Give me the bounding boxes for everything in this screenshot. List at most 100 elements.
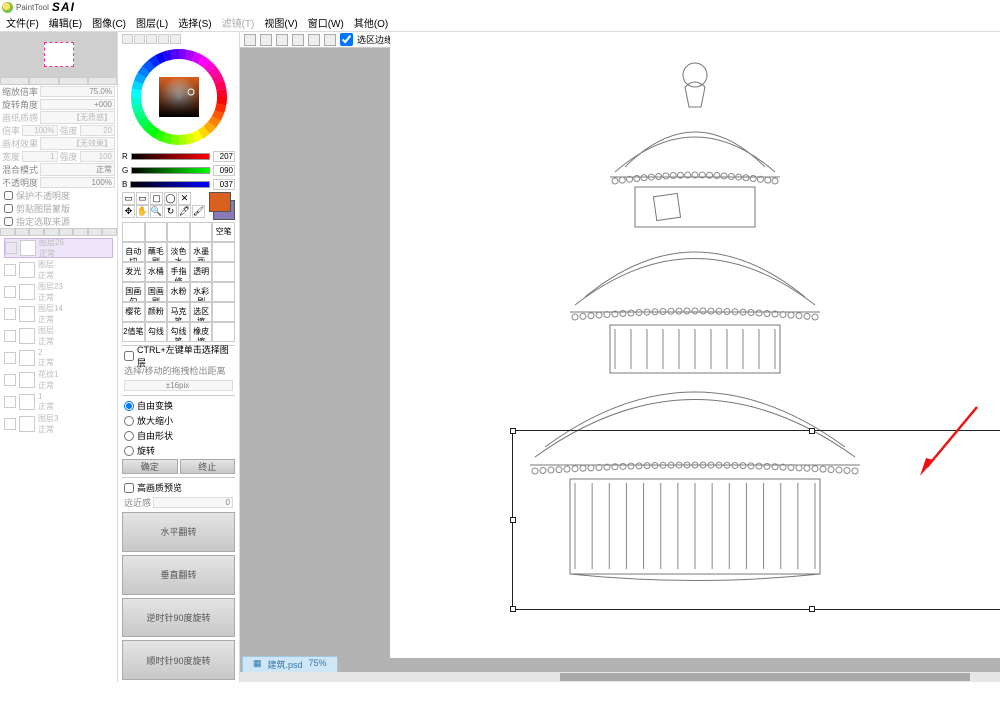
brush-preset[interactable] (190, 222, 213, 242)
rotation-value[interactable]: +000 (40, 99, 115, 110)
visibility-icon[interactable] (4, 352, 16, 364)
tool-button[interactable] (308, 34, 320, 46)
free-shape-radio[interactable] (124, 431, 134, 441)
menu-layer[interactable]: 图层(L) (132, 14, 172, 31)
brush-preset[interactable]: 马克笔 (167, 302, 190, 322)
brush-preset[interactable] (212, 282, 235, 302)
brush-preset[interactable]: 水墨画 (190, 242, 213, 262)
protect-alpha-checkbox[interactable] (4, 191, 13, 200)
brush-preset[interactable]: 水桶 (145, 262, 168, 282)
brush-preset[interactable]: 国画勾 (122, 282, 145, 302)
brush-preset[interactable]: 2值笔 (122, 322, 145, 342)
paper-texture-value[interactable]: 【无质感】 (40, 111, 115, 124)
navigator-thumbnail[interactable] (0, 32, 117, 77)
layer-item[interactable]: 图层3正常 (4, 414, 113, 434)
brush-preset[interactable]: 颜粉 (145, 302, 168, 322)
tool-icon[interactable]: ▭ (136, 192, 149, 205)
tool-icon[interactable]: ✕ (178, 192, 191, 205)
tool-icon[interactable]: 🖊 (178, 205, 191, 218)
blend-mode-value[interactable]: 正常 (40, 163, 115, 176)
layer-item[interactable]: 2正常 (4, 348, 113, 368)
brush-preset[interactable]: 选区擦 (190, 302, 213, 322)
perspective-value[interactable]: 0 (153, 497, 233, 508)
brush-preset[interactable]: 樱花 (122, 302, 145, 322)
drag-detect-value[interactable]: ±16pix (124, 380, 233, 391)
tool-icon[interactable]: 🖌 (192, 205, 205, 218)
sel-edge-checkbox[interactable] (340, 33, 353, 46)
brush-preset[interactable] (212, 262, 235, 282)
g-value[interactable]: 090 (213, 165, 235, 176)
confirm-button[interactable]: 确定 (122, 459, 178, 474)
brush-preset[interactable]: 勾线 (145, 322, 168, 342)
eff-strength-value[interactable]: 100 (80, 151, 115, 162)
tool-button[interactable] (276, 34, 288, 46)
document-tab[interactable]: ▦ 建筑.psd 75% (242, 656, 338, 673)
color-wheel[interactable] (122, 46, 235, 148)
brush-preset[interactable]: 淡色水 (167, 242, 190, 262)
g-slider[interactable] (131, 167, 210, 174)
brush-preset[interactable] (212, 322, 235, 342)
tool-icon[interactable]: 🔍 (150, 205, 163, 218)
cancel-button[interactable]: 终止 (180, 459, 236, 474)
visibility-icon[interactable] (5, 242, 17, 254)
tool-icon[interactable]: ✥ (122, 205, 135, 218)
zoom-value[interactable]: 75.0% (40, 86, 115, 97)
flip-vertical-button[interactable]: 垂直翻转 (122, 555, 235, 595)
brush-preset[interactable]: 水粉 (167, 282, 190, 302)
r-slider[interactable] (131, 153, 210, 160)
menu-file[interactable]: 文件(F) (2, 14, 43, 31)
visibility-icon[interactable] (4, 308, 16, 320)
visibility-icon[interactable] (4, 418, 16, 430)
layer-item[interactable]: 图层正常 (4, 326, 113, 346)
visibility-icon[interactable] (4, 330, 16, 342)
menu-view[interactable]: 视图(V) (260, 14, 301, 31)
brush-preset[interactable] (212, 242, 235, 262)
brush-preset[interactable] (122, 222, 145, 242)
layer-item[interactable]: 图层23正常 (4, 282, 113, 302)
brush-preset[interactable]: 空笔 (212, 222, 235, 242)
menu-other[interactable]: 其他(O) (350, 14, 392, 31)
color-swatch[interactable] (209, 192, 235, 220)
ctrl-click-checkbox[interactable] (124, 351, 134, 361)
selection-source-checkbox[interactable] (4, 217, 13, 226)
brush-preset[interactable]: 自动切 (122, 242, 145, 262)
tool-icon[interactable]: ✋ (136, 205, 149, 218)
tool-button[interactable] (260, 34, 272, 46)
menu-image[interactable]: 图像(C) (88, 14, 130, 31)
color-mode-tabs[interactable] (122, 34, 235, 44)
menu-filter[interactable]: 滤镜(T) (218, 14, 259, 31)
tool-button[interactable] (244, 34, 256, 46)
opacity-value[interactable]: 100% (40, 177, 115, 188)
layer-item[interactable]: 图层14正常 (4, 304, 113, 324)
layer-item[interactable]: 图层26正常 (4, 238, 113, 258)
brush-preset[interactable] (167, 222, 190, 242)
free-transform-radio[interactable] (124, 401, 134, 411)
flip-horizontal-button[interactable]: 水平翻转 (122, 512, 235, 552)
rotate-ccw-button[interactable]: 逆时针90度旋转 (122, 598, 235, 638)
scale-value[interactable]: 100% (22, 125, 57, 136)
navigator-buttons[interactable] (0, 77, 117, 85)
brush-preset[interactable]: 手指修 (167, 262, 190, 282)
width-value[interactable]: 1 (22, 151, 57, 162)
strength-value[interactable]: 20 (80, 125, 115, 136)
tool-button[interactable] (324, 34, 336, 46)
menu-window[interactable]: 窗口(W) (304, 14, 348, 31)
b-slider[interactable] (130, 181, 210, 188)
brush-preset[interactable]: 勾线笔 (167, 322, 190, 342)
rotate-radio[interactable] (124, 446, 134, 456)
brush-preset[interactable]: 蘸毛刷 (145, 242, 168, 262)
r-value[interactable]: 207 (213, 151, 235, 162)
horizontal-scrollbar[interactable] (240, 672, 1000, 682)
visibility-icon[interactable] (4, 396, 16, 408)
tool-icon[interactable]: ◯ (164, 192, 177, 205)
tool-icon[interactable]: ▭ (122, 192, 135, 205)
tool-icon[interactable]: ↻ (164, 205, 177, 218)
brush-preset[interactable]: 发光 (122, 262, 145, 282)
effect-value[interactable]: 【无效果】 (40, 137, 115, 150)
b-value[interactable]: 037 (213, 179, 235, 190)
menu-edit[interactable]: 编辑(E) (45, 14, 86, 31)
brush-preset[interactable] (145, 222, 168, 242)
visibility-icon[interactable] (4, 374, 16, 386)
clipping-mask-checkbox[interactable] (4, 204, 13, 213)
tool-button[interactable] (292, 34, 304, 46)
